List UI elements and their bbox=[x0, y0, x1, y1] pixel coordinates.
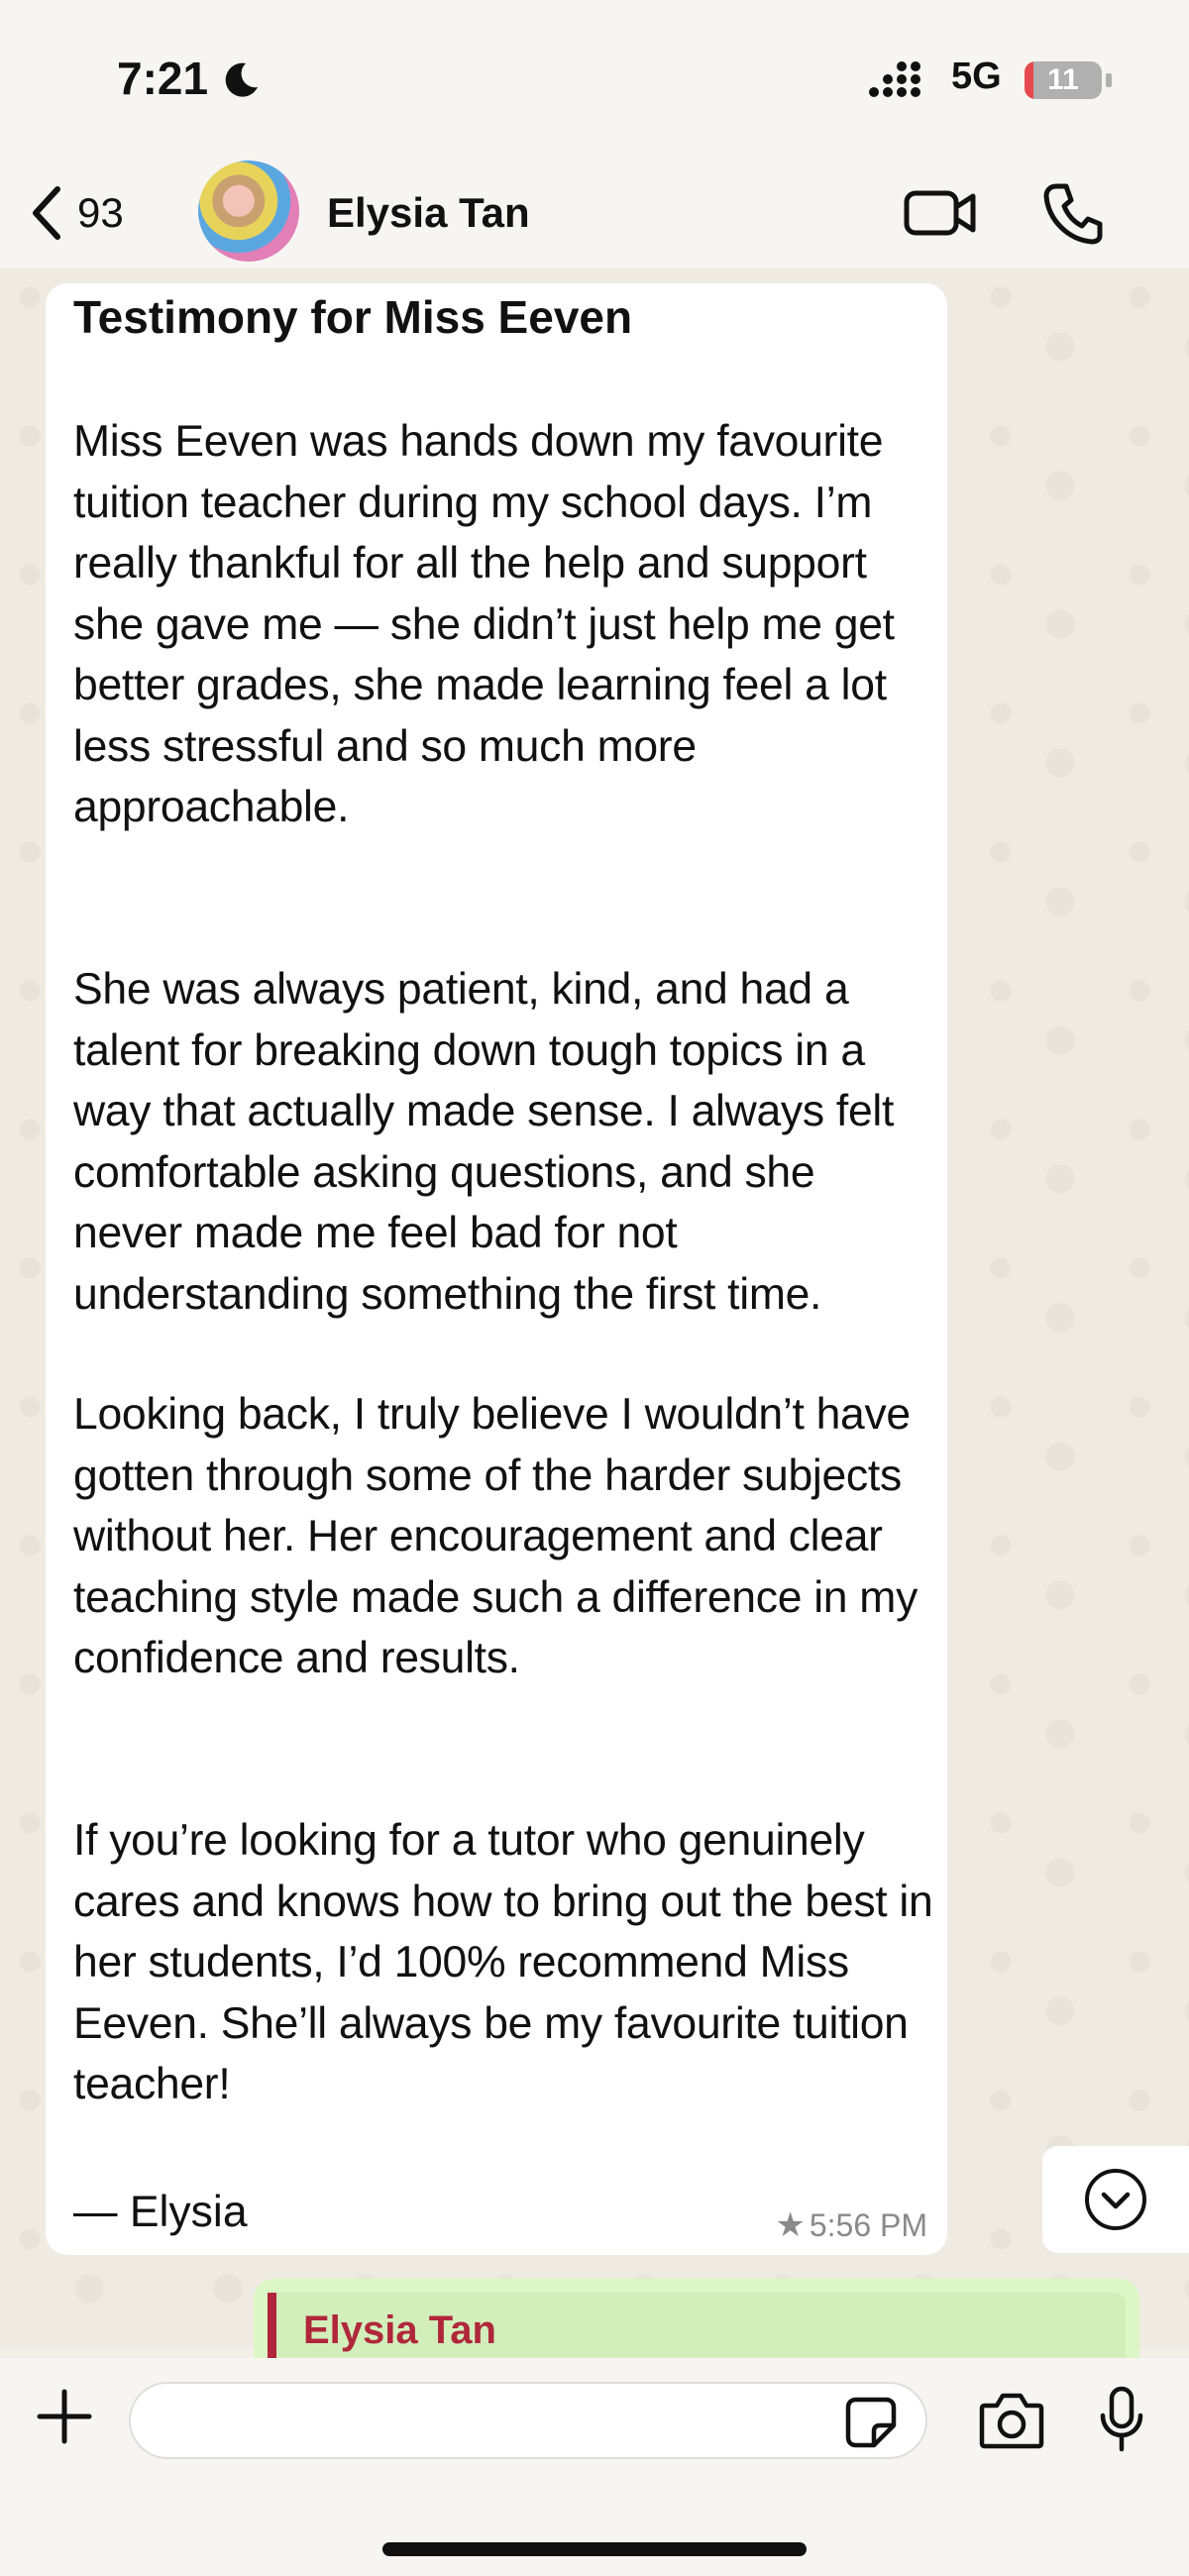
message-paragraph-4: If you’re looking for a tutor who genuin… bbox=[73, 1816, 933, 2108]
sticker-icon[interactable] bbox=[844, 2396, 898, 2449]
message-bubble[interactable]: Testimony for Miss Eeven Miss Eeven was … bbox=[46, 283, 947, 2255]
message-input[interactable] bbox=[129, 2382, 927, 2459]
signal-icon bbox=[869, 61, 920, 97]
star-icon: ★ bbox=[775, 2206, 806, 2244]
status-bar: 7:21 5G 11 bbox=[0, 0, 1189, 159]
video-call-icon[interactable] bbox=[904, 183, 977, 243]
phone-icon[interactable] bbox=[1042, 180, 1104, 246]
message-meta: ★ 5:56 PM bbox=[775, 2205, 927, 2245]
message-timestamp: 5:56 PM bbox=[809, 2206, 927, 2243]
message-paragraph-2: She was always patient, kind, and had a … bbox=[73, 965, 895, 1319]
network-type: 5G bbox=[951, 55, 1002, 97]
unread-count: 93 bbox=[77, 189, 124, 236]
plus-icon[interactable] bbox=[36, 2388, 93, 2445]
message-paragraph-1: Miss Eeven was hands down my favourite t… bbox=[73, 417, 895, 831]
microphone-icon[interactable] bbox=[1098, 2386, 1145, 2453]
chat-header: 93 Elysia Tan bbox=[0, 159, 1189, 268]
quote-accent-bar bbox=[268, 2293, 276, 2368]
quoted-author: Elysia Tan bbox=[303, 2308, 496, 2352]
camera-icon[interactable] bbox=[979, 2390, 1044, 2451]
battery-cap bbox=[1106, 73, 1112, 87]
quoted-message[interactable]: Elysia Tan bbox=[268, 2293, 1126, 2368]
message-title: Testimony for Miss Eeven bbox=[73, 291, 633, 343]
battery-level: 11 bbox=[1047, 63, 1079, 96]
message-paragraph-3: Looking back, I truly believe I wouldn’t… bbox=[73, 1390, 919, 1682]
back-chevron-icon bbox=[33, 186, 60, 240]
avatar[interactable] bbox=[198, 161, 299, 262]
battery-indicator: 11 bbox=[1025, 61, 1102, 99]
status-time: 7:21 bbox=[117, 53, 209, 104]
home-indicator bbox=[382, 2542, 807, 2556]
contact-name[interactable]: Elysia Tan bbox=[327, 180, 530, 246]
next-message-bubble[interactable]: Elysia Tan bbox=[254, 2279, 1139, 2368]
scroll-to-bottom-button[interactable] bbox=[1042, 2146, 1189, 2253]
moon-icon bbox=[225, 62, 258, 97]
message-signature: — Elysia bbox=[73, 2188, 248, 2236]
chevron-down-circle-icon bbox=[1085, 2169, 1146, 2230]
back-button[interactable]: 93 bbox=[30, 180, 124, 246]
